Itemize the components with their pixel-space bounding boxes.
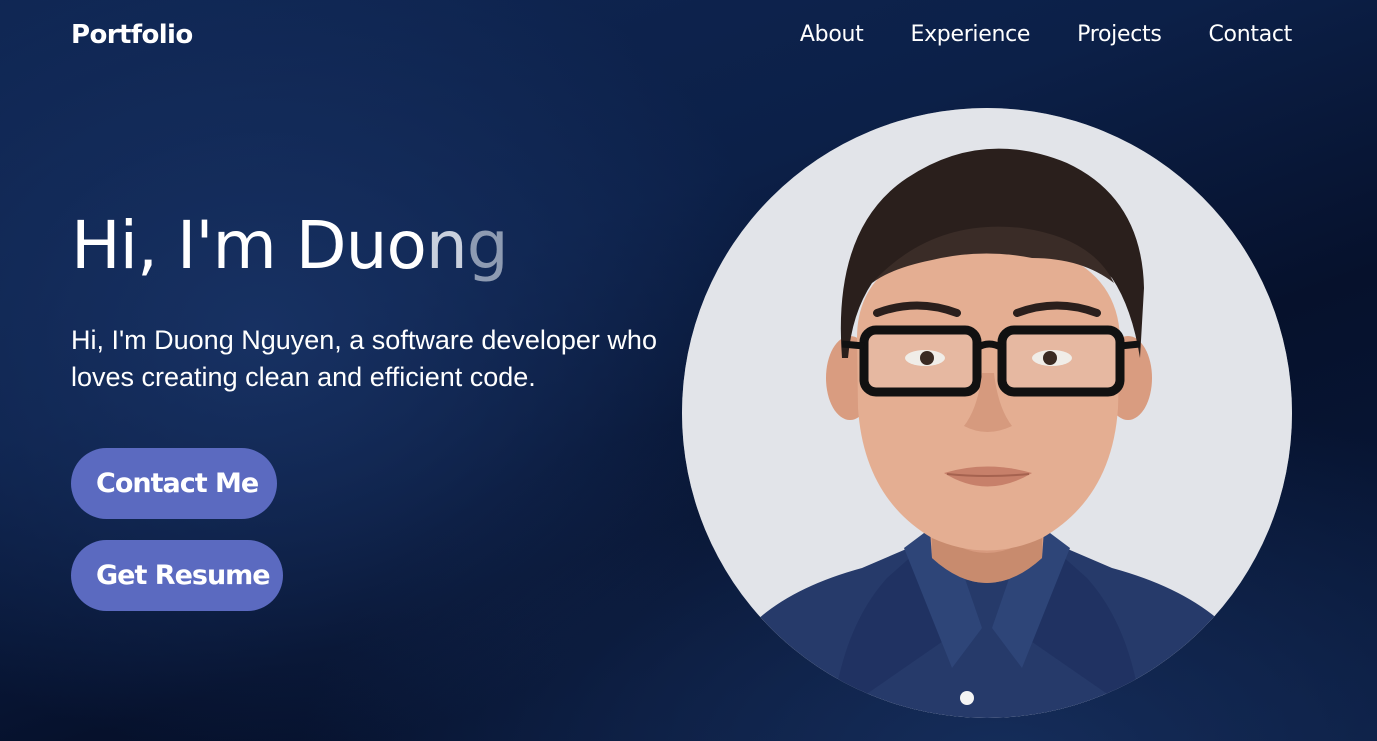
nav-bar: About Experience Projects Contact bbox=[800, 16, 1292, 54]
hero-subtitle: Hi, I'm Duong Nguyen, a software develop… bbox=[71, 325, 657, 392]
hero-title-fading-letter-last: g bbox=[466, 207, 509, 284]
nav-link-about[interactable]: About bbox=[800, 16, 864, 54]
hero-title-fading-letter: n bbox=[425, 207, 468, 284]
profile-photo bbox=[682, 108, 1292, 718]
nav-link-experience[interactable]: Experience bbox=[910, 16, 1030, 54]
nav-link-contact[interactable]: Contact bbox=[1209, 16, 1293, 54]
hero-title-typed: Hi, I'm Duo bbox=[71, 207, 427, 284]
contact-me-button[interactable]: Contact Me bbox=[71, 448, 277, 519]
nav-link-projects[interactable]: Projects bbox=[1077, 16, 1162, 54]
get-resume-button[interactable]: Get Resume bbox=[71, 540, 283, 611]
logo[interactable]: Portfolio bbox=[71, 16, 193, 54]
hero-title: Hi, I'm Duong bbox=[71, 200, 509, 292]
